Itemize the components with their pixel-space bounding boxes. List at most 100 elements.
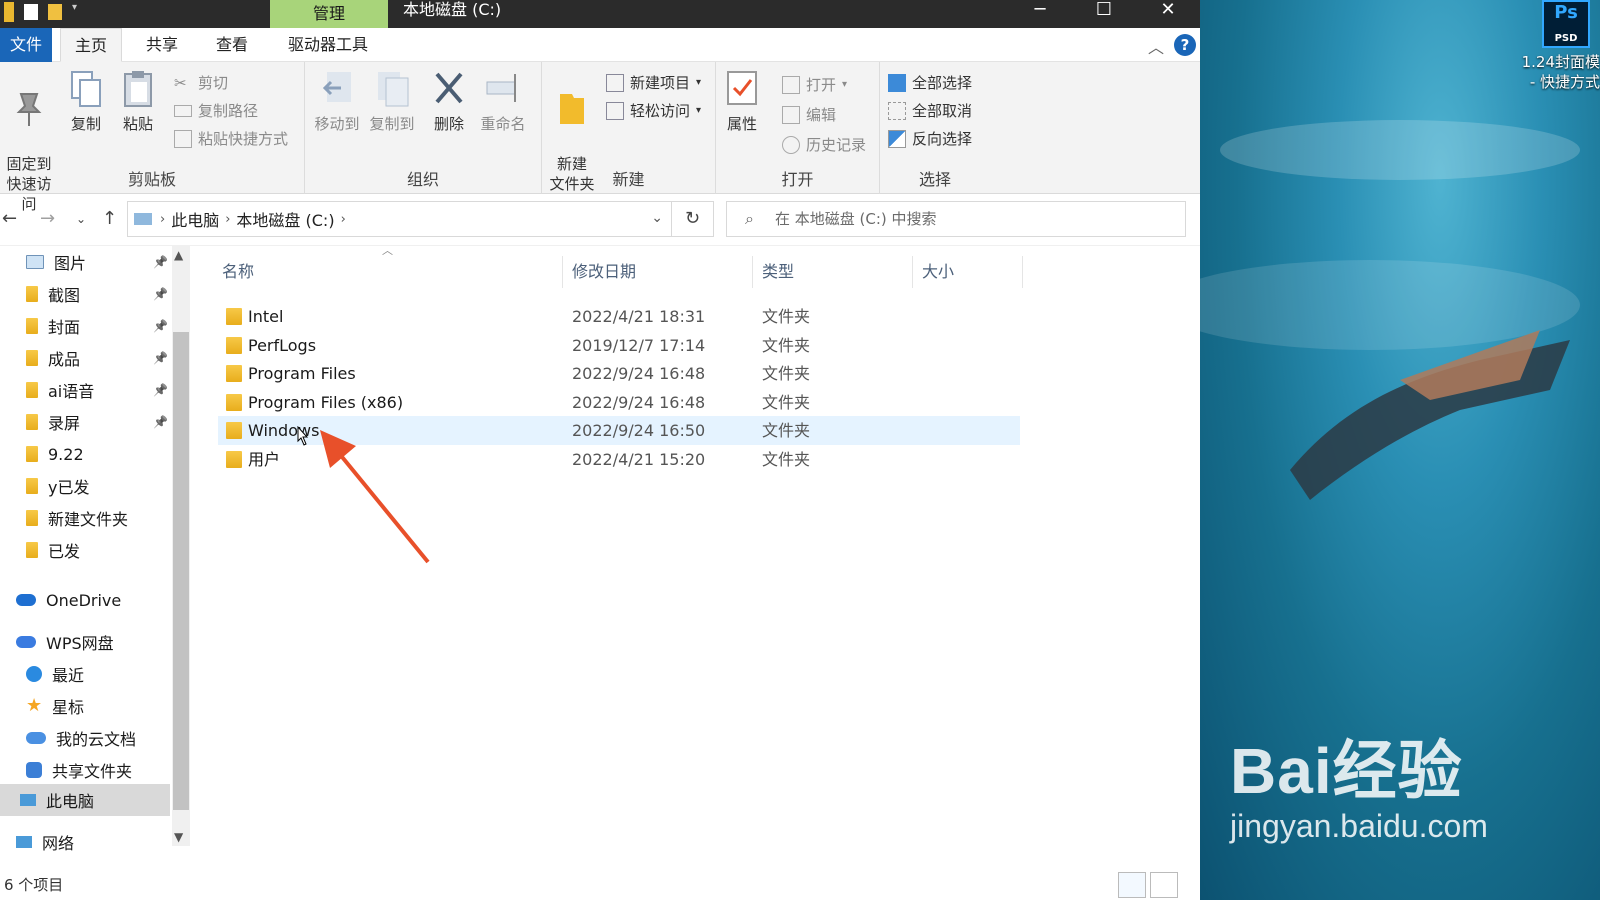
table-row[interactable]: PerfLogs 2019/12/7 17:14 文件夹 xyxy=(218,331,1020,360)
column-header-name[interactable]: 名称 xyxy=(222,254,254,290)
nav-item-quick-access[interactable]: 封面 📌 xyxy=(0,310,170,342)
nav-item-cloud-docs[interactable]: 我的云文档 xyxy=(0,722,170,754)
scrollbar-thumb[interactable] xyxy=(173,332,189,810)
cloud-docs-icon xyxy=(26,732,46,744)
details-view-icon[interactable] xyxy=(1118,872,1146,898)
file-modified-date: 2022/4/21 18:31 xyxy=(572,307,706,326)
close-button[interactable]: ✕ xyxy=(1138,0,1198,28)
pin-icon[interactable]: 📌 xyxy=(153,383,168,397)
invert-selection-button[interactable]: 反向选择 xyxy=(888,128,972,149)
select-all-icon xyxy=(888,73,906,92)
pin-icon[interactable]: 📌 xyxy=(153,351,168,365)
new-folder-quick-icon[interactable] xyxy=(48,4,62,20)
nav-item-this-pc[interactable]: 此电脑 xyxy=(0,784,170,816)
column-header-size[interactable]: 大小 xyxy=(922,254,954,290)
folder-icon xyxy=(26,478,38,494)
delete-button[interactable]: 删除 xyxy=(429,70,469,134)
organize-group-label: 组织 xyxy=(406,170,439,189)
breadcrumb-this-pc[interactable]: 此电脑 xyxy=(165,207,225,231)
annotation-arrow xyxy=(320,430,430,564)
refresh-icon[interactable]: ↻ xyxy=(672,201,714,237)
up-arrow-icon[interactable]: ↑ xyxy=(102,208,117,229)
paste-button[interactable]: 粘贴 xyxy=(116,70,160,134)
nav-item-quick-access[interactable]: 截图 📌 xyxy=(0,278,170,310)
nav-item-quick-access[interactable]: y已发 xyxy=(0,470,170,502)
manage-context-tab[interactable]: 管理 xyxy=(270,0,388,28)
table-row[interactable]: Intel 2022/4/21 18:31 文件夹 xyxy=(218,302,1020,331)
nav-item-quick-access[interactable]: 图片 📌 xyxy=(0,246,170,278)
cut-button[interactable]: ✂ 剪切 xyxy=(174,72,228,93)
column-divider[interactable] xyxy=(912,256,913,288)
nav-item-quick-access[interactable]: ai语音 📌 xyxy=(0,374,170,406)
photoshop-file-icon[interactable]: Ps PSD xyxy=(1542,0,1590,48)
nav-item-quick-access[interactable]: 新建文件夹 xyxy=(0,502,170,534)
nav-item-quick-access[interactable]: 9.22 xyxy=(0,438,170,470)
address-dropdown-icon[interactable]: ⌄ xyxy=(651,210,663,226)
copy-to-button[interactable]: 复制到 xyxy=(365,70,419,134)
scroll-up-icon[interactable]: ▲ xyxy=(174,248,183,262)
easy-access-button[interactable]: 轻松访问 ▾ xyxy=(606,100,701,121)
select-all-button[interactable]: 全部选择 xyxy=(888,72,972,93)
collapse-ribbon-icon[interactable]: ︿ xyxy=(1148,34,1164,58)
paste-shortcut-button[interactable]: 粘贴快捷方式 xyxy=(174,128,288,149)
tab-file[interactable]: 文件 xyxy=(0,28,53,62)
help-icon[interactable]: ? xyxy=(1174,34,1196,56)
move-to-button[interactable]: 移动到 xyxy=(311,70,363,134)
open-button[interactable]: 打开 ▾ xyxy=(782,74,847,95)
column-header-modified[interactable]: 修改日期 xyxy=(572,254,636,290)
minimize-button[interactable]: ─ xyxy=(1010,0,1070,28)
nav-item-shared-folder[interactable]: 共享文件夹 xyxy=(0,754,170,786)
column-divider[interactable] xyxy=(562,256,563,288)
scroll-down-icon[interactable]: ▼ xyxy=(174,830,183,844)
column-header-type[interactable]: 类型 xyxy=(762,254,794,290)
maximize-button[interactable]: ☐ xyxy=(1074,0,1134,28)
customize-dropdown-icon[interactable]: ▾ xyxy=(72,2,92,22)
rename-button[interactable]: 重命名 xyxy=(475,70,531,134)
nav-item-onedrive[interactable]: OneDrive xyxy=(0,584,170,616)
pin-icon[interactable]: 📌 xyxy=(153,319,168,333)
pin-icon[interactable]: 📌 xyxy=(153,255,168,269)
nav-item-quick-access[interactable]: 已发 xyxy=(0,534,170,566)
search-input[interactable]: ⌕ 在 本地磁盘 (C:) 中搜索 xyxy=(726,201,1186,237)
back-arrow-icon[interactable]: ← xyxy=(2,208,17,229)
tab-share[interactable]: 共享 xyxy=(132,28,192,62)
properties-button[interactable]: 属性 xyxy=(722,70,762,134)
copy-path-button[interactable]: 复制路径 xyxy=(174,100,258,121)
nav-item-starred[interactable]: ★ 星标 xyxy=(0,690,170,722)
large-icons-view-icon[interactable] xyxy=(1150,872,1178,898)
folder-icon xyxy=(26,286,38,302)
folder-icon xyxy=(26,350,38,366)
pin-icon[interactable]: 📌 xyxy=(153,287,168,301)
table-row[interactable]: Program Files (x86) 2022/9/24 16:48 文件夹 xyxy=(218,388,1020,417)
copy-button[interactable]: 复制 xyxy=(64,70,108,134)
column-divider[interactable] xyxy=(1022,256,1023,288)
history-button[interactable]: 历史记录 xyxy=(782,134,866,155)
nav-item-recent[interactable]: 最近 xyxy=(0,658,170,690)
new-item-label: 新建项目 xyxy=(630,74,691,92)
properties-quick-icon[interactable] xyxy=(24,4,38,20)
folder-icon xyxy=(226,336,242,354)
explorer-icon[interactable] xyxy=(4,2,14,22)
breadcrumb-local-disk[interactable]: 本地磁盘 (C:) xyxy=(230,207,340,231)
recent-locations-icon[interactable]: ⌄ xyxy=(76,212,86,226)
column-divider[interactable] xyxy=(752,256,753,288)
folder-icon xyxy=(226,365,242,382)
new-item-button[interactable]: 新建项目 ▾ xyxy=(606,72,701,93)
desktop-shortcut-label[interactable]: 1.24封面模 - 快捷方式 xyxy=(1490,52,1600,92)
tab-view[interactable]: 查看 xyxy=(202,28,262,62)
forward-arrow-icon[interactable]: → xyxy=(40,208,55,229)
nav-item-quick-access[interactable]: 成品 📌 xyxy=(0,342,170,374)
nav-item-quick-access[interactable]: 录屏 📌 xyxy=(0,406,170,438)
pin-icon[interactable]: 📌 xyxy=(153,415,168,429)
address-box[interactable]: › 此电脑 › 本地磁盘 (C:) › ⌄ xyxy=(127,201,672,237)
table-row[interactable]: Program Files 2022/9/24 16:48 文件夹 xyxy=(218,359,1020,388)
dropdown-icon: ▾ xyxy=(842,79,848,90)
edit-button[interactable]: 编辑 xyxy=(782,104,836,125)
nav-item-wps[interactable]: WPS网盘 xyxy=(0,626,170,658)
pin-quick-access-button[interactable]: 固定到 快速访问 xyxy=(0,70,58,214)
select-none-button[interactable]: 全部取消 xyxy=(888,100,972,121)
tab-home[interactable]: 主页 xyxy=(60,28,123,62)
nav-item-network[interactable]: 网络 xyxy=(0,826,170,858)
nav-scrollbar[interactable]: ▲ ▼ xyxy=(172,246,190,846)
tab-drive-tools[interactable]: 驱动器工具 xyxy=(274,28,382,62)
